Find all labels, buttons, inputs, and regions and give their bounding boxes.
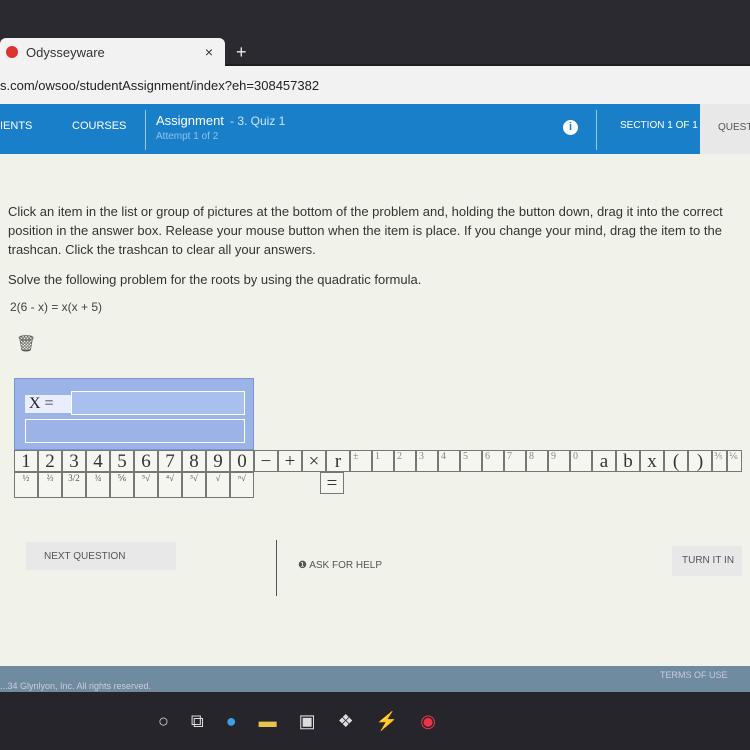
tile[interactable]: ³√ (182, 472, 206, 498)
app-icon[interactable]: ⚡ (376, 711, 398, 732)
tile-equals[interactable]: = (320, 472, 344, 494)
question-text: Solve the following problem for the root… (8, 272, 422, 287)
store-icon[interactable]: ▣ (299, 711, 316, 732)
attempt-text: Attempt 1 of 2 (156, 131, 219, 142)
browser-tab[interactable]: Odysseyware × (0, 38, 225, 66)
taskbar: ○ ⧉ ● ▬ ▣ ❖ ⚡ ◉ (0, 692, 750, 750)
tile-row-1: 1 2 3 4 5 6 7 8 9 0− + × r ±1 2 3 4 5 6 7 8 9 0 a b x() ⅗ ⅙ (14, 450, 742, 472)
nav-assignments[interactable]: IENTS (0, 120, 32, 132)
help-label: ASK FOR HELP (309, 560, 383, 571)
tile[interactable]: ¾ (86, 472, 110, 498)
tile[interactable]: 4 (438, 450, 460, 472)
tile[interactable]: x (640, 450, 664, 472)
tile[interactable]: ) (688, 450, 712, 472)
answer-box[interactable]: X = (14, 378, 254, 450)
tile[interactable]: ½ (14, 472, 38, 498)
tile[interactable]: 9 (206, 450, 230, 472)
tile[interactable]: 8 (526, 450, 548, 472)
odysseyware-logo-icon (6, 46, 18, 58)
top-nav: IENTS COURSES Assignment - 3. Quiz 1 Att… (0, 104, 700, 154)
answer-variable: X = (25, 395, 72, 413)
nav-courses[interactable]: COURSES (72, 120, 126, 132)
tile[interactable]: ⅚ (110, 472, 134, 498)
tile[interactable]: 2 (394, 450, 416, 472)
tile[interactable]: r (326, 450, 350, 472)
answer-drop-zone-2[interactable] (25, 419, 245, 443)
ask-for-help-button[interactable]: ❶ ASK FOR HELP (298, 560, 382, 571)
tile[interactable]: √ (206, 472, 230, 498)
answer-drop-zone[interactable] (71, 391, 245, 415)
tile[interactable]: ± (350, 450, 372, 472)
tab-title: Odysseyware (26, 44, 105, 60)
terms-link[interactable]: TERMS OF USE (660, 670, 728, 680)
tile[interactable]: 3/2 (62, 472, 86, 498)
footer: ...34 Glynlyon, Inc. All rights reserved… (0, 666, 750, 692)
tile[interactable]: ⁴√ (158, 472, 182, 498)
file-explorer-icon[interactable]: ▬ (259, 711, 277, 732)
section-indicator: SECTION 1 OF 1 (620, 120, 698, 131)
task-view-icon[interactable]: ⧉ (191, 711, 204, 732)
tile[interactable]: 0 (570, 450, 592, 472)
divider (596, 110, 597, 150)
tile[interactable]: 1 (372, 450, 394, 472)
tile[interactable]: 2 (38, 450, 62, 472)
tile[interactable]: 6 (482, 450, 504, 472)
tile[interactable]: − (254, 450, 278, 472)
tile[interactable]: 9 (548, 450, 570, 472)
tile-row-2: ½ ⅔ 3/2 ¾ ⅚ ⁵√ ⁴√ ³√ √ ⁿ√ (14, 472, 254, 498)
divider (145, 110, 146, 150)
tile[interactable]: 7 (504, 450, 526, 472)
instructions: Click an item in the list or group of pi… (8, 204, 723, 257)
tile[interactable]: ⅗ (712, 450, 727, 472)
tile[interactable]: 4 (86, 450, 110, 472)
tile[interactable]: ( (664, 450, 688, 472)
address-bar[interactable]: s.com/owsoo/studentAssignment/index?eh=3… (0, 66, 750, 104)
chrome-icon[interactable]: ◉ (420, 711, 436, 732)
url-text: s.com/owsoo/studentAssignment/index?eh=3… (0, 77, 320, 93)
assignment-label: Assignment (156, 113, 224, 128)
next-question-button[interactable]: NEXT QUESTION (26, 542, 176, 570)
tile[interactable]: 5 (110, 450, 134, 472)
tile[interactable]: 0 (230, 450, 254, 472)
tile[interactable]: + (278, 450, 302, 472)
tile[interactable]: ⅙ (727, 450, 742, 472)
tile[interactable]: 3 (62, 450, 86, 472)
tile[interactable]: ⅔ (38, 472, 62, 498)
copyright: ...34 Glynlyon, Inc. All rights reserved… (0, 681, 152, 691)
question-area: Click an item in the list or group of pi… (0, 154, 750, 666)
tile[interactable]: 8 (182, 450, 206, 472)
equation: 2(6 - x) = x(x + 5) (10, 300, 103, 314)
new-tab-button[interactable]: + (236, 42, 247, 63)
tile[interactable]: 5 (460, 450, 482, 472)
info-icon[interactable]: i (563, 120, 578, 135)
close-tab-icon[interactable]: × (205, 44, 213, 60)
help-icon: ❶ (298, 560, 310, 571)
tile[interactable]: ⁿ√ (230, 472, 254, 498)
question-tab[interactable]: QUESTI (700, 104, 750, 154)
tile[interactable]: b (616, 450, 640, 472)
dropbox-icon[interactable]: ❖ (338, 711, 354, 732)
tile[interactable]: 7 (158, 450, 182, 472)
tile[interactable]: 6 (134, 450, 158, 472)
browser-tab-bar: Odysseyware × + (0, 0, 750, 66)
tile[interactable]: a (592, 450, 616, 472)
turn-it-in-button[interactable]: TURN IT IN (672, 546, 742, 576)
tile[interactable]: ⁵√ (134, 472, 158, 498)
tile[interactable]: 1 (14, 450, 38, 472)
tile[interactable]: 3 (416, 450, 438, 472)
tile[interactable]: × (302, 450, 326, 472)
trashcan-icon[interactable]: 🗑 (16, 334, 36, 354)
edge-icon[interactable]: ● (226, 711, 237, 732)
quiz-name: - 3. Quiz 1 (230, 114, 286, 128)
search-icon[interactable]: ○ (158, 711, 169, 732)
divider (276, 540, 277, 596)
